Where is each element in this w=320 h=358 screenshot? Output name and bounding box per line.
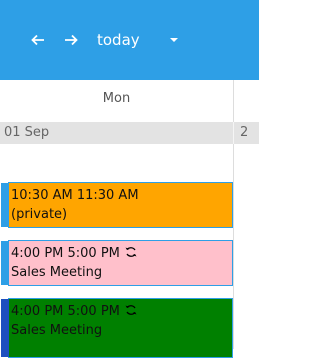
today-button[interactable]: today (97, 29, 155, 51)
event-time: 4:00 PM 5:00 PM (11, 304, 120, 319)
event-title: (private) (11, 207, 68, 222)
view-dropdown-button[interactable] (170, 29, 182, 51)
next-date-label[interactable]: 2 (240, 122, 248, 144)
prev-button[interactable] (31, 29, 47, 51)
date-label[interactable]: 01 Sep (4, 122, 49, 144)
event-sales-meeting[interactable]: 4:00 PM 5:00 PM Sales Meeting (1, 298, 233, 358)
column-divider (233, 80, 234, 349)
calendar-grid: Mon 01 Sep 2 10:30 AM 11:30 AM (private)… (0, 80, 259, 358)
event-title: Sales Meeting (11, 323, 103, 338)
event-private[interactable]: 10:30 AM 11:30 AM (private) (1, 182, 233, 228)
event-title: Sales Meeting (11, 265, 103, 280)
recurring-icon (125, 305, 137, 315)
event-color-bar (1, 183, 9, 227)
right-arrow-icon (65, 34, 78, 46)
event-time: 4:00 PM 5:00 PM (11, 246, 120, 261)
recurring-icon (125, 247, 137, 257)
event-sales-meeting[interactable]: 4:00 PM 5:00 PM Sales Meeting (1, 240, 233, 286)
caret-down-icon (170, 38, 178, 42)
calendar-toolbar: today (0, 0, 259, 80)
day-header: Mon (102, 91, 131, 106)
event-color-bar (1, 299, 9, 357)
next-button[interactable] (64, 29, 80, 51)
left-arrow-icon (31, 34, 44, 46)
event-time: 10:30 AM 11:30 AM (11, 188, 139, 203)
date-row-divider (233, 122, 234, 144)
event-color-bar (1, 241, 9, 285)
date-row: 01 Sep 2 (0, 122, 259, 144)
